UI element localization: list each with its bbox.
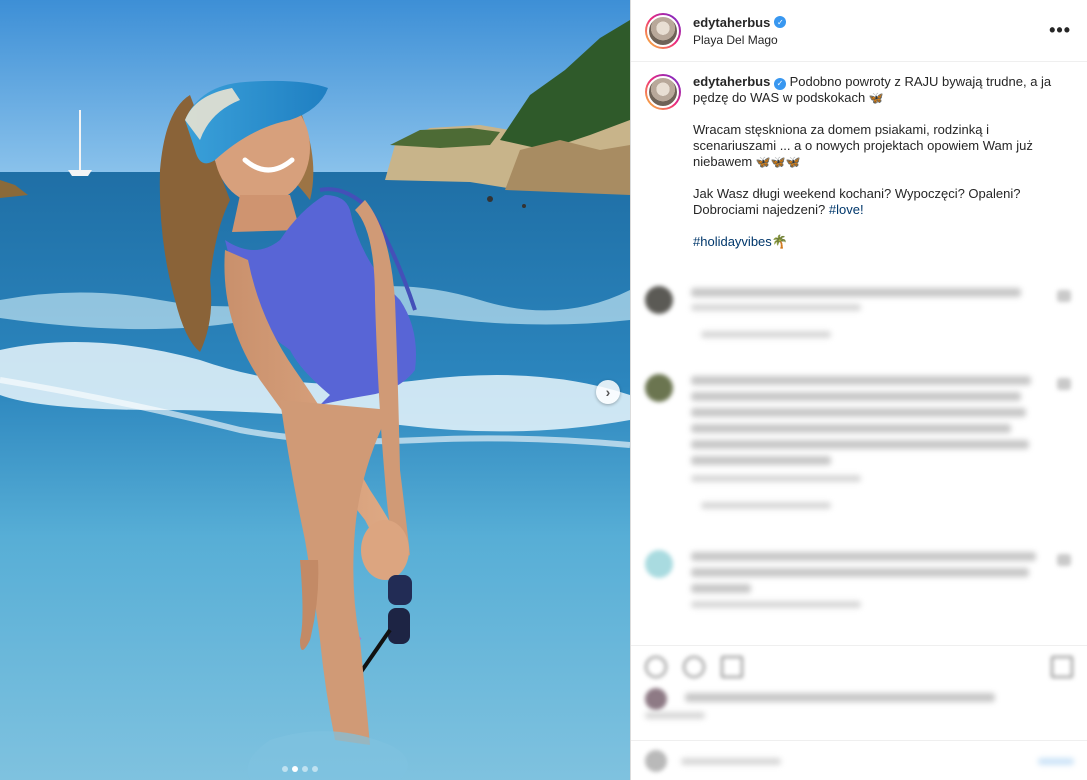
post-actions-bar: [631, 645, 1087, 685]
likes-summary-blurred: [645, 688, 1045, 719]
more-options-icon[interactable]: •••: [1049, 20, 1071, 41]
carousel-dot-active: [292, 766, 298, 772]
avatar[interactable]: [645, 12, 681, 49]
like-icon[interactable]: [645, 656, 667, 678]
chevron-right-icon: ›: [605, 384, 611, 400]
comment-icon[interactable]: [683, 656, 705, 678]
caption-avatar[interactable]: [645, 74, 681, 110]
hashtag-love[interactable]: #love!: [829, 202, 864, 217]
comment-input-blurred[interactable]: [681, 758, 781, 765]
heart-icon[interactable]: [1057, 378, 1071, 390]
location-link[interactable]: Playa Del Mago: [693, 33, 786, 47]
post-comment-button[interactable]: [1038, 758, 1074, 765]
verified-badge-icon: ✓: [774, 16, 787, 28]
post-header: edytaherbus ✓ Playa Del Mago •••: [631, 0, 1087, 62]
butterfly-emoji: 🦋: [868, 91, 884, 105]
post-photo[interactable]: ›: [0, 0, 630, 780]
caption: edytaherbus ✓ Podobno powroty z RAJU byw…: [631, 62, 1087, 274]
carousel-dot: [282, 766, 288, 772]
comment-avatar: [645, 374, 673, 402]
share-icon[interactable]: [721, 656, 743, 678]
comment-blurred: [645, 286, 1075, 356]
heart-icon[interactable]: [1057, 554, 1071, 566]
caption-line-2: Wracam stęskniona za domem psiakami, rod…: [693, 122, 1033, 169]
caption-username[interactable]: edytaherbus: [693, 74, 770, 89]
carousel-dots: [282, 766, 318, 772]
carousel-next-button[interactable]: ›: [596, 380, 620, 404]
verified-badge-icon: ✓: [773, 78, 786, 90]
beach-photo: [0, 0, 630, 780]
post-side-panel: edytaherbus ✓ Playa Del Mago ••• edytahe…: [630, 0, 1087, 780]
comment-blurred: [645, 374, 1075, 534]
comment-avatar: [645, 550, 673, 578]
comment-avatar: [645, 286, 673, 314]
carousel-dot: [312, 766, 318, 772]
heart-icon[interactable]: [1057, 290, 1071, 302]
butterfly-emoji: 🦋🦋🦋: [755, 155, 801, 169]
comment-blurred: [645, 550, 1075, 630]
emoji-icon[interactable]: [645, 750, 667, 772]
username[interactable]: edytaherbus: [693, 15, 770, 30]
hashtag-holidayvibes[interactable]: #holidayvibes: [693, 234, 772, 249]
post-time-blurred: [693, 258, 1063, 274]
save-icon[interactable]: [1051, 656, 1073, 678]
add-comment-bar[interactable]: [631, 740, 1087, 780]
carousel-dot: [302, 766, 308, 772]
palm-emoji: 🌴: [771, 234, 788, 249]
